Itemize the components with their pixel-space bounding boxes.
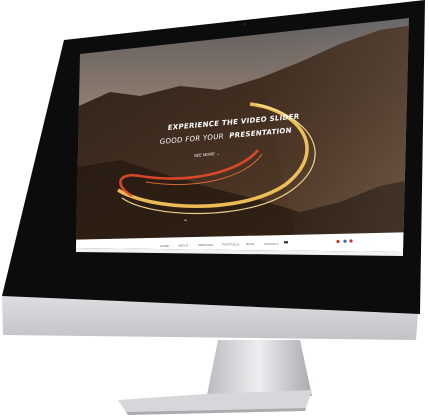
search-icon[interactable] (284, 241, 288, 244)
camera-icon (243, 22, 247, 26)
imac-mockup: EXPERIENCE THE VIDEO SLIDER GOOD FOR YOU… (2, 0, 425, 415)
stand (118, 340, 312, 415)
nav-item[interactable]: HOME (160, 244, 169, 248)
social-icon-red[interactable] (336, 239, 340, 244)
nav-item[interactable]: SERVICES (198, 243, 213, 247)
scroll-down-icon[interactable]: ⌄ (183, 217, 188, 223)
social-icon-red-2[interactable] (349, 239, 353, 243)
nav-item[interactable]: ABOUT (178, 244, 189, 248)
nav-item[interactable]: BLOG (246, 242, 255, 246)
nav-item[interactable]: CONTACT (264, 242, 278, 246)
social-icon-blue[interactable] (343, 239, 347, 243)
nav-item[interactable]: PORTFOLIO (222, 243, 240, 247)
